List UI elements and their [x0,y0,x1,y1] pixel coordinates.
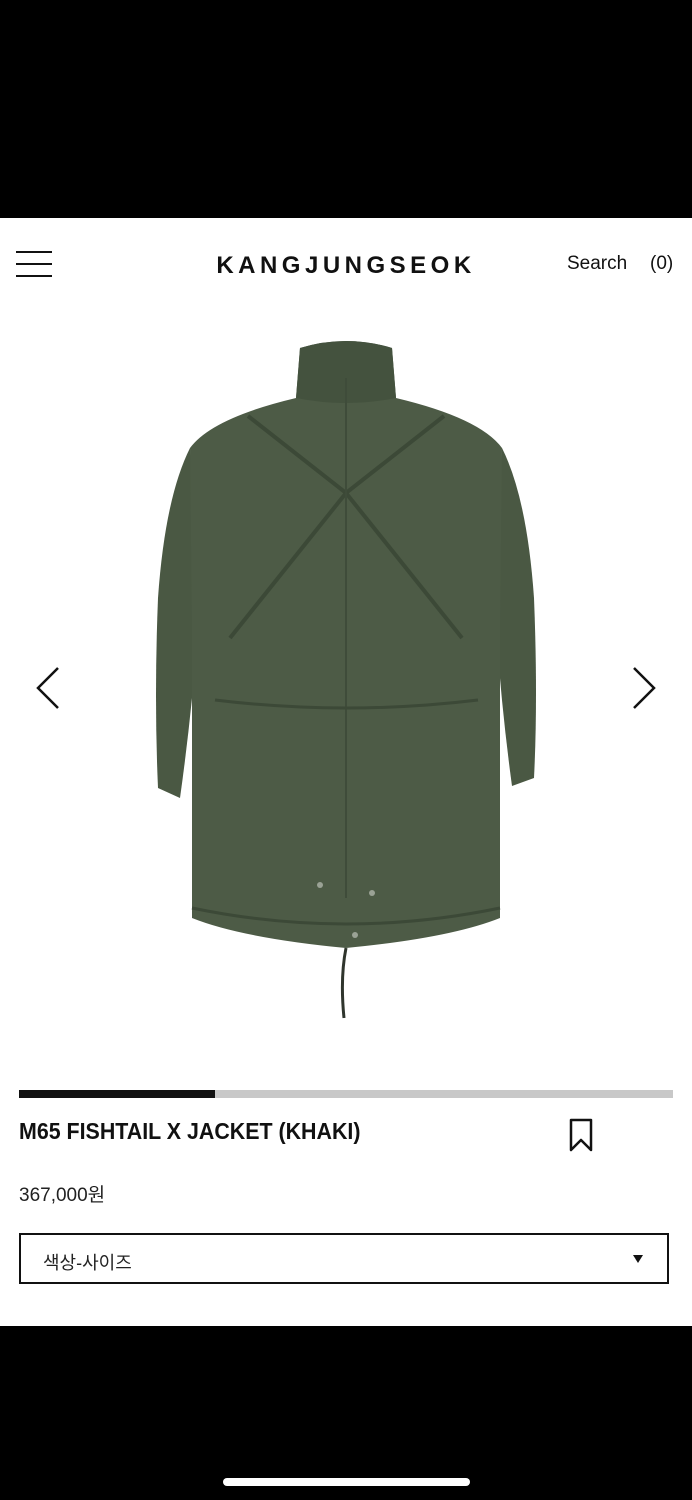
select-label: 색상-사이즈 [43,1253,132,1273]
search-link[interactable]: Search [567,253,627,275]
cart-count[interactable]: (0) [650,253,673,275]
chevron-left-icon[interactable] [28,658,68,718]
chevron-right-icon[interactable] [624,658,664,718]
gallery-progress-fill [19,1090,216,1098]
product-price: 367,000원 [19,1185,106,1206]
status-bar-area [0,0,692,218]
caret-down-icon [633,1255,643,1263]
bottom-bar-area [0,1326,692,1500]
product-title: M65 FISHTAIL X JACKET (KHAKI) [19,1118,361,1144]
product-image [156,341,536,1019]
gallery-progress-bar [19,1090,673,1098]
hamburger-menu-icon[interactable] [16,251,52,277]
color-size-select[interactable]: 색상-사이즈 [19,1233,669,1284]
product-image-gallery [0,328,692,1058]
bookmark-icon[interactable] [568,1118,594,1152]
product-page: KANGJUNGSEOK Search (0) M65 FISHTAIL X J… [0,218,692,1326]
home-indicator[interactable] [223,1478,470,1486]
